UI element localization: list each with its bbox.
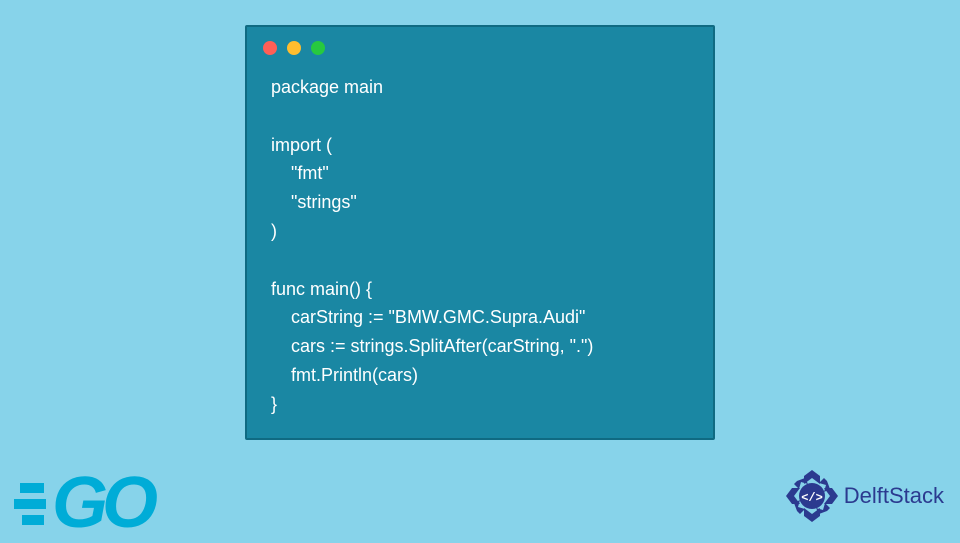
close-icon <box>263 41 277 55</box>
delftstack-logo-text: DelftStack <box>844 483 944 509</box>
code-window: package main import ( "fmt" "strings" ) … <box>245 25 715 440</box>
go-logo: GO <box>8 471 152 536</box>
svg-text:</>: </> <box>801 491 823 505</box>
window-controls <box>247 27 713 63</box>
minimize-icon <box>287 41 301 55</box>
go-dashes-icon <box>8 483 46 525</box>
delftstack-logo: </> DelftStack <box>786 470 944 522</box>
maximize-icon <box>311 41 325 55</box>
go-logo-text: GO <box>52 471 152 536</box>
delftstack-badge-icon: </> <box>786 470 838 522</box>
code-block: package main import ( "fmt" "strings" ) … <box>247 63 713 435</box>
